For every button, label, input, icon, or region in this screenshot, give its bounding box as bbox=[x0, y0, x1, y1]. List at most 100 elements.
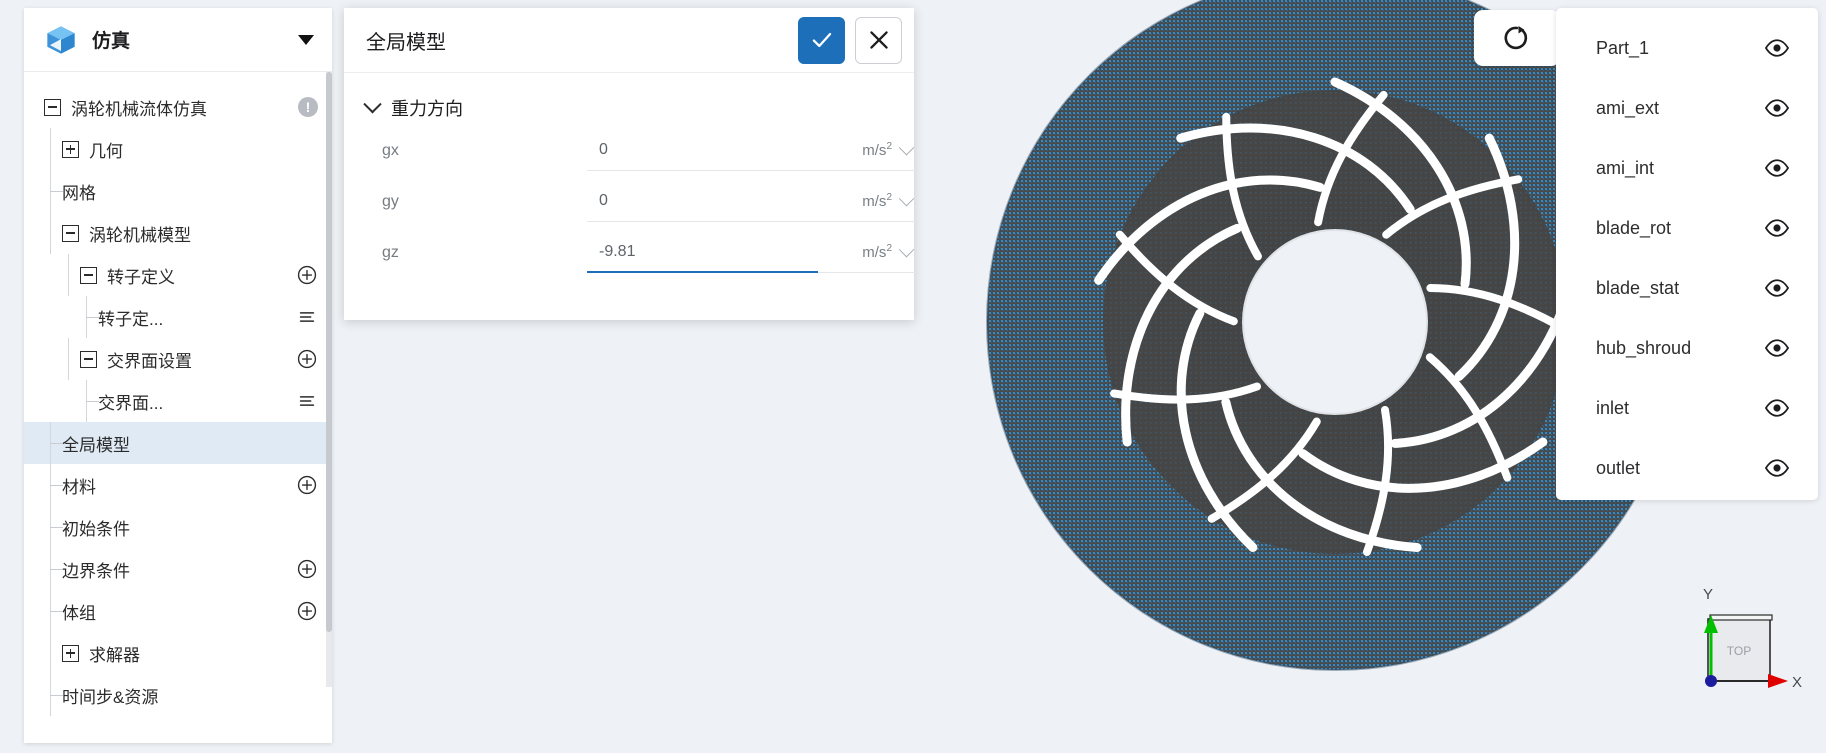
gravity-field-row: gx m/s2 bbox=[344, 125, 918, 176]
collapse-icon[interactable] bbox=[80, 350, 97, 368]
list-icon[interactable] bbox=[296, 306, 318, 328]
tree-item[interactable]: 全局模型 bbox=[24, 422, 332, 464]
field-input-gz[interactable] bbox=[587, 232, 818, 273]
tree-item[interactable]: 几何 bbox=[24, 128, 332, 170]
field-input-gx[interactable] bbox=[587, 130, 818, 171]
tree-item[interactable]: 交界面... bbox=[24, 380, 332, 422]
reset-view-button[interactable] bbox=[1474, 10, 1560, 66]
expand-icon[interactable] bbox=[62, 644, 79, 662]
unit-select-gy[interactable]: m/s2 bbox=[818, 181, 918, 222]
plus-circle-icon[interactable] bbox=[296, 558, 318, 580]
field-label-gy: gy bbox=[382, 192, 399, 210]
plus-circle-icon[interactable] bbox=[296, 600, 318, 622]
sidebar-scrollbar-thumb[interactable] bbox=[326, 72, 332, 632]
eye-icon[interactable] bbox=[1764, 275, 1790, 301]
collapse-icon[interactable] bbox=[80, 266, 97, 284]
reset-view-icon bbox=[1504, 26, 1528, 50]
tree-item-label: 时间步&资源 bbox=[62, 687, 159, 707]
tree-item[interactable]: 涡轮机械流体仿真! bbox=[24, 86, 332, 128]
part-name: blade_rot bbox=[1596, 217, 1672, 238]
part-list-item[interactable]: hub_shroud bbox=[1556, 318, 1818, 378]
warning-icon[interactable]: ! bbox=[298, 97, 318, 117]
cancel-button[interactable] bbox=[855, 16, 902, 64]
part-list-item[interactable]: ami_ext bbox=[1556, 78, 1818, 138]
unit-select-gz[interactable]: m/s2 bbox=[818, 232, 918, 273]
tree-item[interactable]: 边界条件 bbox=[24, 548, 332, 590]
dialog-body: 重力方向 gxm/s2gym/s2gzm/s2 bbox=[344, 73, 918, 320]
dialog-title: 全局模型 bbox=[366, 31, 446, 54]
part-name: blade_stat bbox=[1596, 277, 1680, 298]
eye-icon[interactable] bbox=[1764, 215, 1790, 241]
tree-item-label: 转子定... bbox=[98, 309, 164, 329]
axis-orientation-widget[interactable]: TOP Y X bbox=[1666, 577, 1804, 695]
chevron-down-icon bbox=[363, 94, 382, 113]
tree-item[interactable]: 求解器 bbox=[24, 632, 332, 674]
unit-label: m/s2 bbox=[862, 192, 892, 210]
tree-item-label: 初始条件 bbox=[62, 519, 130, 539]
gravity-fields: gxm/s2gym/s2gzm/s2 bbox=[344, 125, 918, 278]
unit-exponent: 2 bbox=[886, 141, 892, 152]
chevron-down-icon bbox=[898, 241, 915, 257]
part-list-item[interactable]: inlet bbox=[1556, 378, 1818, 438]
tree-guide-line bbox=[50, 128, 51, 170]
tree-item-actions bbox=[296, 474, 318, 496]
collapse-icon[interactable] bbox=[62, 224, 79, 242]
tree-item[interactable]: 交界面设置 bbox=[24, 338, 332, 380]
part-name: outlet bbox=[1596, 457, 1641, 478]
tree-guide-line bbox=[50, 212, 51, 254]
tree-elbow bbox=[50, 190, 63, 192]
eye-icon[interactable] bbox=[1764, 155, 1790, 181]
axis-x-label: X bbox=[1792, 674, 1802, 691]
check-icon bbox=[812, 32, 831, 48]
tree-guide-line bbox=[50, 632, 51, 674]
tree-item-label: 全局模型 bbox=[62, 435, 130, 455]
unit-label: m/s2 bbox=[862, 141, 892, 159]
eye-icon[interactable] bbox=[1764, 395, 1790, 421]
tree-item[interactable]: 转子定... bbox=[24, 296, 332, 338]
part-list-item[interactable]: blade_rot bbox=[1556, 198, 1818, 258]
part-list-item[interactable]: ami_int bbox=[1556, 138, 1818, 198]
part-name: Part_1 bbox=[1596, 37, 1650, 58]
unit-select-gx[interactable]: m/s2 bbox=[818, 130, 918, 171]
eye-icon[interactable] bbox=[1764, 335, 1790, 361]
global-model-dialog[interactable]: 全局模型 重力方向 gxm/s2gym/s2gzm/s2 bbox=[344, 8, 918, 320]
field-input-gy[interactable] bbox=[587, 181, 818, 222]
eye-icon[interactable] bbox=[1764, 455, 1790, 481]
tree-item[interactable]: 体组 bbox=[24, 590, 332, 632]
plus-circle-icon[interactable] bbox=[296, 264, 318, 286]
plus-circle-icon[interactable] bbox=[296, 348, 318, 370]
list-icon[interactable] bbox=[296, 390, 318, 412]
model-tree[interactable]: 涡轮机械流体仿真! 几何 网格 涡轮机械模型 转子定义转子定... 交界面设置 交界面...… bbox=[24, 72, 332, 743]
tree-elbow bbox=[50, 484, 63, 486]
tree-item[interactable]: 涡轮机械模型 bbox=[24, 212, 332, 254]
sidebar-collapse-toggle[interactable] bbox=[298, 34, 314, 45]
sidebar: 仿真 涡轮机械流体仿真! 几何 网格 涡轮机械模型 转子定义转子定... 交界面设置 交界面… bbox=[24, 8, 332, 743]
gravity-field-row: gy m/s2 bbox=[344, 176, 918, 227]
gravity-section-header[interactable]: 重力方向 bbox=[344, 91, 914, 125]
expand-icon[interactable] bbox=[62, 140, 79, 158]
tree-item[interactable]: 时间步&资源 bbox=[24, 674, 332, 716]
collapse-icon[interactable] bbox=[44, 98, 61, 116]
gravity-section-title: 重力方向 bbox=[391, 99, 463, 119]
eye-icon[interactable] bbox=[1764, 95, 1790, 121]
plus-circle-icon[interactable] bbox=[296, 474, 318, 496]
part-list-item[interactable]: outlet bbox=[1556, 438, 1818, 498]
tree-item[interactable]: 材料 bbox=[24, 464, 332, 506]
tree-item-label: 体组 bbox=[62, 603, 96, 623]
unit-exponent: 2 bbox=[886, 243, 892, 254]
part-name: inlet bbox=[1596, 397, 1630, 418]
confirm-button[interactable] bbox=[798, 16, 845, 64]
tree-item-actions bbox=[296, 306, 318, 328]
part-list-item[interactable]: blade_stat bbox=[1556, 258, 1818, 318]
tree-item-actions bbox=[296, 348, 318, 370]
unit-exponent: 2 bbox=[886, 192, 892, 203]
part-list-item[interactable]: Part_1 bbox=[1556, 18, 1818, 78]
sidebar-header: 仿真 bbox=[24, 8, 332, 72]
eye-icon[interactable] bbox=[1764, 35, 1790, 61]
parts-list-panel[interactable]: Part_1 ami_ext ami_int blade_rot blade_stath… bbox=[1556, 8, 1818, 500]
tree-item[interactable]: 网格 bbox=[24, 170, 332, 212]
tree-item[interactable]: 初始条件 bbox=[24, 506, 332, 548]
part-name: hub_shroud bbox=[1596, 337, 1692, 358]
tree-item-actions bbox=[296, 390, 318, 412]
tree-item[interactable]: 转子定义 bbox=[24, 254, 332, 296]
